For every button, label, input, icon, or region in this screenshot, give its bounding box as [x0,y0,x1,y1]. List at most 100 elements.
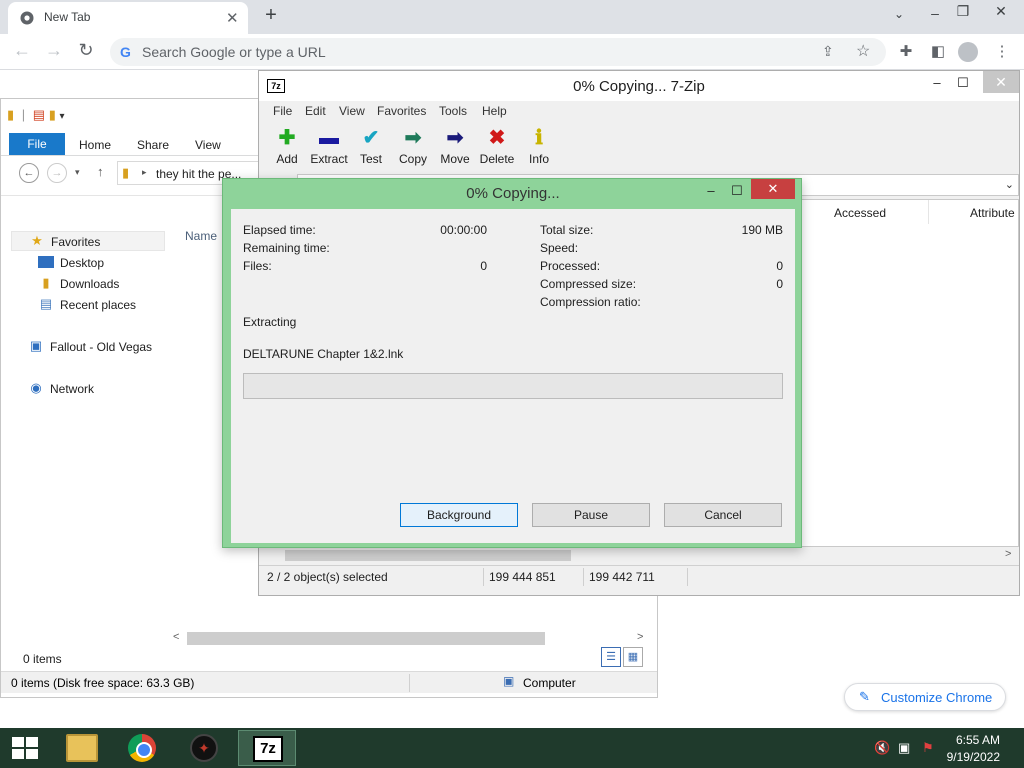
close-icon[interactable]: ✕ [983,71,1019,93]
pause-button[interactable]: Pause [532,503,650,527]
new-tab-button[interactable]: + [260,4,282,27]
menu-file[interactable]: File [273,104,292,118]
maximize-icon[interactable]: ☐ [725,183,749,199]
forward-button[interactable]: → [47,163,67,183]
remaining-time-label: Remaining time: [243,241,330,255]
customize-chrome-label: Customize Chrome [881,690,993,705]
move-button[interactable]: ➡ Move [431,127,479,166]
taskbar-file-explorer[interactable] [52,730,110,766]
copy-arrow-icon: ➡ [404,127,422,149]
test-button[interactable]: ✔ Test [347,127,395,166]
star-icon: ★ [31,233,43,248]
taskbar-deltarune[interactable]: ✦ [176,730,234,766]
sevenzip-icon: 7z [253,736,283,762]
side-panel-icon[interactable]: ◧ [926,42,950,60]
large-icons-view-icon[interactable]: ▦ [623,647,643,667]
back-button[interactable]: ← [19,163,39,183]
taskbar-chrome[interactable] [114,730,172,766]
nav-item-label: Recent places [60,298,137,312]
clock-time[interactable]: 6:55 AM [928,733,1000,747]
menu-favorites[interactable]: Favorites [377,104,426,118]
file-explorer-icon [66,734,98,762]
qat-dropdown-icon[interactable]: ▾ [60,111,65,122]
downloads-folder-icon: ▮ [42,275,50,290]
column-header-name[interactable]: Name [185,229,217,243]
restore-icon[interactable]: ❐ [948,3,978,20]
close-icon[interactable]: ✕ [751,179,795,199]
network-icon[interactable]: ▣ [898,740,910,756]
recent-places-icon: ▤ [39,296,53,311]
customize-chrome-button[interactable]: ✎ Customize Chrome [844,683,1006,711]
reload-icon[interactable]: ↻ [74,40,98,61]
copy-button[interactable]: ➡ Copy [389,127,437,166]
chevron-down-icon[interactable]: ⌄ [1005,178,1014,191]
volume-muted-icon[interactable]: 🔇 [874,740,890,756]
menu-tools[interactable]: Tools [439,104,467,118]
menu-help[interactable]: Help [482,104,507,118]
profile-avatar-icon[interactable] [958,42,978,62]
forward-arrow-icon[interactable]: → [42,40,66,61]
scrollbar-thumb[interactable] [187,632,545,645]
ribbon-tab-file[interactable]: File [9,133,65,155]
recent-locations-chevron-icon[interactable]: ▾ [75,167,80,178]
cancel-button[interactable]: Cancel [664,503,782,527]
tab-close-icon[interactable]: ✕ [226,9,239,27]
ribbon-tab-view[interactable]: View [195,138,221,152]
maximize-icon[interactable]: ☐ [949,75,977,91]
scroll-right-icon[interactable]: > [1005,548,1011,560]
back-arrow-icon[interactable]: ← [10,40,34,61]
chrome-icon [128,734,156,762]
quick-access-toolbar: ▮ | ▤ ▮ ▾ [7,107,65,122]
close-icon[interactable]: ✕ [986,3,1016,20]
windows-logo-icon [12,737,38,759]
menu-bar: File Edit View Favorites Tools Help [259,101,1019,121]
info-button[interactable]: ℹ Info [515,127,563,166]
delete-button[interactable]: ✖ Delete [473,127,521,166]
new-folder-icon[interactable]: ▮ [49,107,56,122]
tab-new-tab[interactable]: New Tab ✕ [8,2,248,34]
horizontal-scrollbar[interactable]: < > [169,629,651,647]
scroll-left-icon[interactable]: < [173,631,179,643]
compressed-size-label: Compressed size: [540,277,637,291]
ribbon-tab-home[interactable]: Home [79,138,111,152]
elapsed-time-label: Elapsed time: [243,223,316,237]
breadcrumb-chevron-icon[interactable]: ▸ [142,167,147,178]
toolbar: ✚ Add ▬ Extract ✔ Test ➡ Copy ➡ Move ✖ D… [259,123,1019,173]
files-label: Files: [243,259,272,273]
properties-icon[interactable]: ▤ [33,107,45,122]
dialog-body: Elapsed time: 00:00:00 Remaining time: F… [231,209,795,543]
copy-progress-dialog: 0% Copying... – ☐ ✕ Elapsed time: 00:00:… [222,178,802,548]
omnibox[interactable]: G Search Google or type a URL ⇪ ☆ [110,38,886,66]
windows-taskbar: ✦ 7z 🔇 ▣ ⚑ 6:55 AM 9/19/2022 [0,728,1024,768]
start-button[interactable] [0,728,52,768]
taskbar-7zip[interactable]: 7z [238,730,296,766]
column-header-accessed[interactable]: Accessed [834,206,886,220]
elapsed-time-value: 00:00:00 [440,223,487,237]
menu-edit[interactable]: Edit [305,104,326,118]
menu-view[interactable]: View [339,104,365,118]
add-button[interactable]: ✚ Add [263,127,311,166]
status-size: 199 444 851 [489,570,556,584]
list-horizontal-scrollbar[interactable]: > [267,547,1019,563]
share-icon[interactable]: ⇪ [822,43,834,60]
clock-date[interactable]: 9/19/2022 [928,750,1000,764]
minus-icon: ▬ [319,127,339,149]
minimize-icon[interactable]: – [920,5,950,21]
extract-button[interactable]: ▬ Extract [305,127,353,166]
details-view-icon[interactable]: ☰ [601,647,621,667]
bookmark-star-icon[interactable]: ☆ [856,41,870,61]
sevenzip-status-bar: 2 / 2 object(s) selected 199 444 851 199… [259,565,1019,587]
system-tray: 🔇 ▣ ⚑ 6:55 AM 9/19/2022 [868,728,1024,768]
minimize-icon[interactable]: – [699,183,723,198]
background-button[interactable]: Background [400,503,518,527]
minimize-icon[interactable]: – [923,75,951,90]
up-arrow-icon[interactable]: ↑ [97,164,104,179]
more-menu-icon[interactable]: ⋮ [990,42,1014,60]
ribbon-tab-share[interactable]: Share [137,138,169,152]
scroll-right-icon[interactable]: > [637,631,643,643]
scrollbar-thumb[interactable] [285,550,571,561]
tab-search-chevron-icon[interactable]: ⌄ [884,7,914,21]
column-header-attributes[interactable]: Attribute [970,206,1015,220]
network-icon: ◉ [30,380,42,395]
extensions-puzzle-icon[interactable]: ✚ [894,42,918,60]
